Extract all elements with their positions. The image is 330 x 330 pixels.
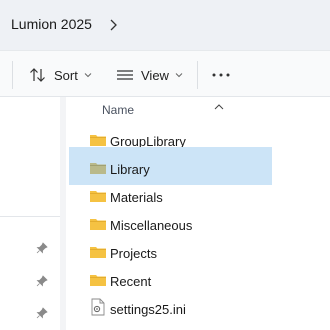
file-list: Name GroupLibrary Library Materials Misc… bbox=[66, 97, 330, 330]
settings-file-icon bbox=[89, 298, 107, 316]
sort-button[interactable]: Sort bbox=[29, 63, 92, 87]
more-options-icon bbox=[212, 72, 230, 78]
folder-icon bbox=[89, 271, 107, 289]
list-item-settings25-ini[interactable]: settings25.ini bbox=[69, 289, 272, 327]
command-bar: Sort View bbox=[0, 50, 330, 97]
item-label: Materials bbox=[110, 190, 163, 205]
view-button[interactable]: View bbox=[116, 63, 183, 87]
folder-icon bbox=[89, 159, 107, 177]
item-label: Projects bbox=[110, 246, 157, 261]
view-label: View bbox=[141, 67, 169, 83]
view-list-icon bbox=[116, 68, 134, 82]
item-label: Miscellaneous bbox=[110, 218, 193, 233]
nav-divider bbox=[0, 216, 60, 217]
folder-icon bbox=[89, 187, 107, 205]
chevron-down-icon bbox=[84, 72, 92, 78]
folder-icon bbox=[89, 243, 107, 261]
sort-icon bbox=[29, 67, 47, 83]
pin-icon[interactable] bbox=[36, 274, 48, 287]
breadcrumb-lumion-2025[interactable]: Lumion 2025 bbox=[11, 16, 92, 32]
column-header-name[interactable]: Name bbox=[102, 103, 134, 117]
item-label: Library bbox=[110, 162, 150, 177]
navigation-pane bbox=[0, 97, 60, 330]
sort-label: Sort bbox=[54, 67, 78, 83]
item-label: Recent bbox=[110, 274, 152, 289]
sort-ascending-icon bbox=[214, 97, 224, 110]
chevron-right-icon[interactable] bbox=[107, 18, 119, 32]
pin-icon[interactable] bbox=[36, 306, 48, 319]
address-bar: Lumion 2025 bbox=[0, 0, 330, 50]
folder-icon bbox=[89, 215, 107, 233]
see-more-button[interactable] bbox=[212, 63, 230, 87]
item-label: settings25.ini bbox=[110, 302, 186, 317]
toolbar-divider bbox=[197, 61, 198, 89]
toolbar-divider bbox=[12, 61, 13, 89]
chevron-down-icon bbox=[175, 72, 183, 78]
pin-icon[interactable] bbox=[36, 241, 48, 254]
